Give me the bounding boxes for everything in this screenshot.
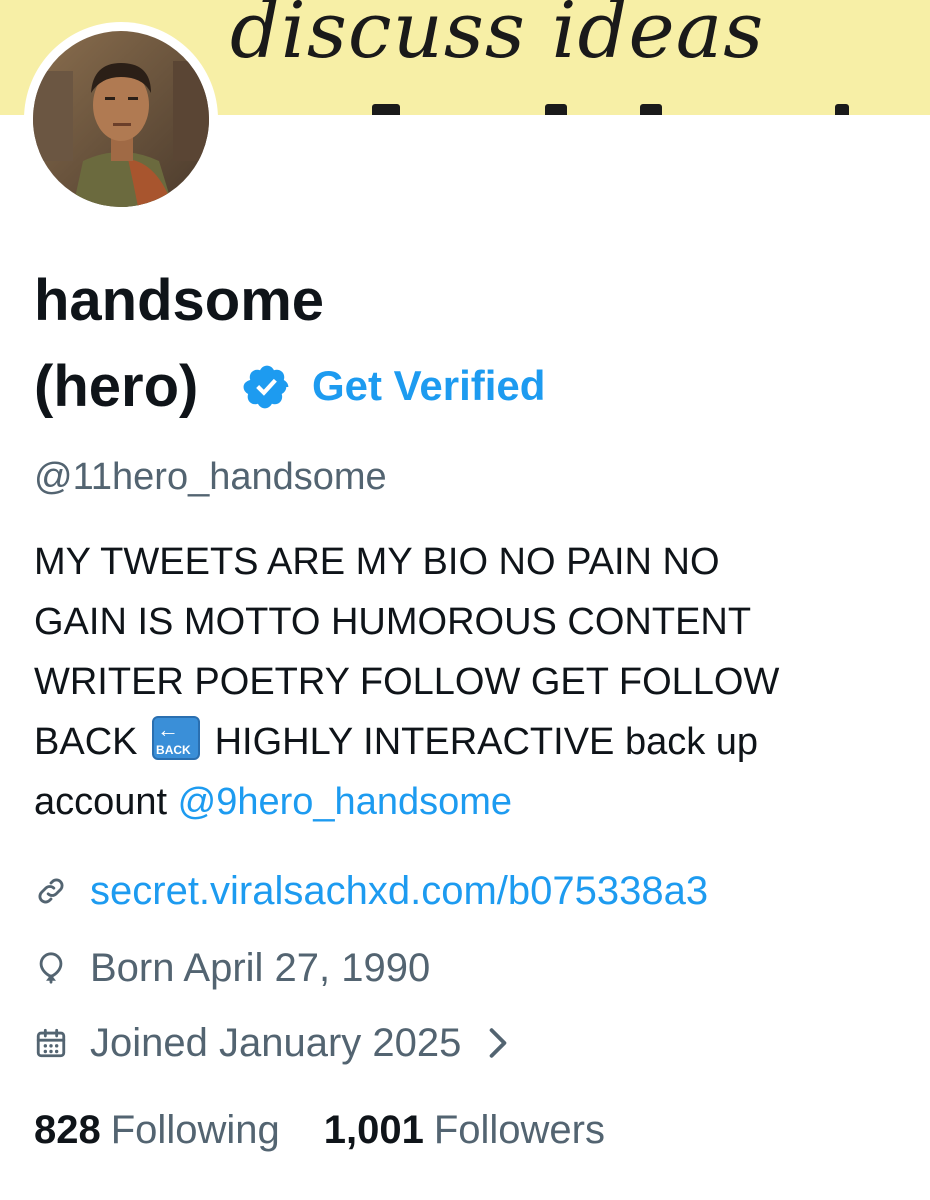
calendar-icon: [36, 1028, 66, 1058]
followers-stat[interactable]: 1,001 Followers: [324, 1108, 605, 1153]
username-handle: @11hero_handsome: [34, 456, 387, 498]
verified-badge-icon[interactable]: [242, 362, 292, 412]
get-verified-link[interactable]: Get Verified: [312, 362, 545, 410]
website-link[interactable]: secret.viralsachxd.com/b075338a3: [90, 869, 708, 914]
link-icon: [38, 878, 64, 904]
back-emoji-label: BACK: [156, 743, 191, 757]
banner-text-fragment: [545, 104, 567, 115]
banner-text-fragment: [372, 104, 400, 115]
bio-text: BACK: [34, 721, 149, 763]
birthday-text: Born April 27, 1990: [90, 945, 431, 990]
avatar-photo: [33, 31, 209, 207]
back-arrow-emoji-icon: ← BACK: [152, 716, 201, 760]
follow-stats: 828 Following 1,001 Followers: [34, 1108, 605, 1153]
following-count: 828: [34, 1108, 101, 1152]
bio-line: BACK ← BACK HIGHLY INTERACTIVE back up: [34, 712, 904, 772]
joined-row[interactable]: Joined January 2025: [34, 1018, 509, 1068]
bio-line: WRITER POETRY FOLLOW GET FOLLOW: [34, 661, 780, 703]
chevron-right-icon[interactable]: [487, 1027, 509, 1059]
banner-text-fragment: [640, 104, 662, 115]
banner-text-fragment: [835, 104, 849, 115]
following-stat[interactable]: 828 Following: [34, 1108, 280, 1153]
followers-count: 1,001: [323, 1108, 424, 1152]
bio-mention-link[interactable]: @9hero_handsome: [178, 781, 512, 823]
profile-bio: MY TWEETS ARE MY BIO NO PAIN NO GAIN IS …: [34, 532, 904, 832]
bio-line: account @9hero_handsome: [34, 772, 904, 832]
balloon-icon: [39, 952, 63, 984]
banner-text: discuss ideas: [230, 0, 765, 76]
display-name-line2: (hero): [34, 354, 199, 419]
bio-text: HIGHLY INTERACTIVE back up: [204, 721, 759, 763]
avatar[interactable]: [24, 22, 218, 216]
joined-text: Joined January 2025: [90, 1020, 462, 1065]
birthday-row: Born April 27, 1990: [34, 943, 430, 993]
website-row: secret.viralsachxd.com/b075338a3: [34, 866, 708, 916]
followers-label: Followers: [433, 1108, 605, 1152]
bio-line: GAIN IS MOTTO HUMOROUS CONTENT: [34, 601, 752, 643]
bio-text: account: [34, 781, 178, 823]
following-label: Following: [110, 1108, 280, 1152]
display-name-line1: handsome: [34, 268, 325, 333]
bio-line: MY TWEETS ARE MY BIO NO PAIN NO: [34, 541, 720, 583]
